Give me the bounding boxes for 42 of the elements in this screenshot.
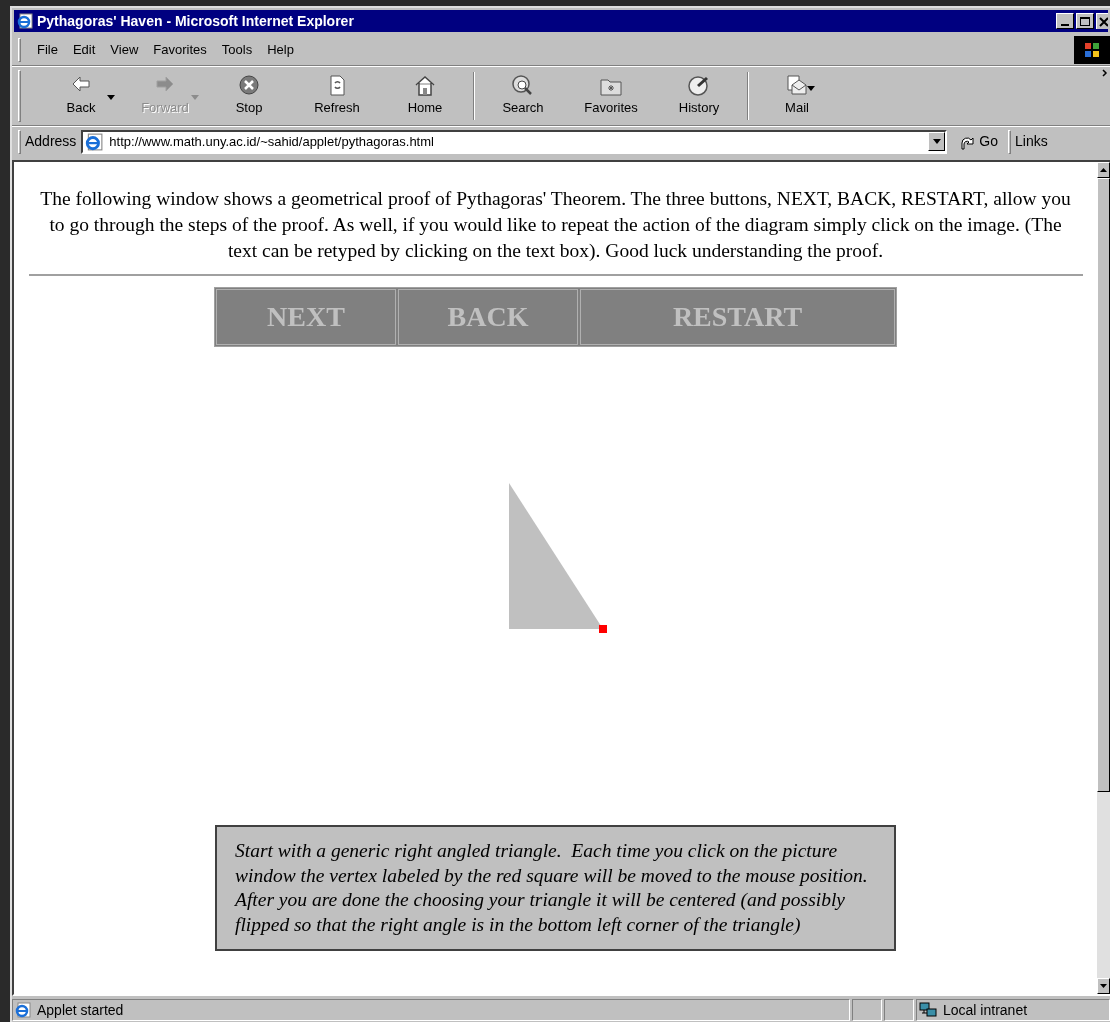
windows-logo-icon (1074, 36, 1110, 64)
search-button[interactable]: Search (479, 70, 567, 122)
menu-item[interactable]: Tools (215, 38, 259, 61)
chevron-icon[interactable] (1102, 69, 1108, 77)
intro-paragraph: The following window shows a geometrical proof of Pythagoras' Theorem. The three buttons, NEXT, BACK, RESTART, allow you to go through the steps of the proof. As well, if you would like to repeat the action of the diagram simply click on the image. (The text can be retyped by clicking on the text box). Good luck understanding the proof. (39, 187, 1072, 263)
caption-box[interactable]: Start with a generic right angled triangle. Each time you click on the picture window the vertex labeled by the red square will be moved to the mouse position. After you are done the choosing your triangle it will be centered (and possibly flipped so that the right angle is in the bottom left corner of the triangle) (215, 825, 896, 951)
menu-item[interactable]: Help (261, 38, 300, 61)
address-label: Address (25, 132, 77, 151)
menu-item[interactable]: File (31, 38, 64, 61)
refresh-button[interactable]: Refresh (293, 70, 381, 122)
status-panel (852, 999, 882, 1021)
go-button[interactable]: Go (955, 131, 1003, 152)
address-field[interactable]: http://www.math.uny.ac.id/~sahid/applet/pythagoras.html (81, 129, 948, 154)
dropdown-arrow-icon[interactable] (107, 94, 115, 100)
history-button[interactable]: History (655, 70, 743, 122)
maximize-button[interactable] (1076, 13, 1094, 29)
menu-item[interactable]: Favorites (147, 38, 213, 61)
zone-text: Local intranet (943, 1000, 1028, 1020)
network-icon (919, 1002, 937, 1018)
minimize-button[interactable] (1056, 13, 1074, 29)
dropdown-button[interactable] (928, 132, 946, 151)
status-panel (884, 999, 914, 1021)
window-title: Pythagoras' Haven - Microsoft Internet Explorer (37, 11, 354, 31)
close-button[interactable] (1096, 13, 1108, 29)
home-icon (413, 74, 437, 99)
home-button[interactable]: Home (381, 70, 469, 122)
vertical-scrollbar[interactable] (1097, 162, 1110, 994)
history-icon (687, 74, 711, 99)
dropdown-arrow-icon[interactable] (807, 86, 815, 91)
browser-icon (17, 13, 33, 29)
caret-icon (932, 139, 941, 144)
mail-button[interactable]: Mail (753, 70, 841, 122)
links-button[interactable]: Links (1015, 131, 1048, 152)
menu-item[interactable]: View (104, 38, 145, 61)
page-icon (85, 132, 104, 151)
favorites-button[interactable]: Favorites (567, 70, 655, 122)
page-icon (15, 1002, 31, 1018)
status-text: Applet started (37, 1000, 124, 1020)
scroll-down-icon[interactable] (1100, 984, 1107, 988)
url-text: http://www.math.uny.ac.id/~sahid/applet/pythagoras.html (109, 132, 434, 151)
scroll-up-icon[interactable] (1100, 168, 1107, 172)
menu-item[interactable]: Edit (66, 38, 102, 61)
